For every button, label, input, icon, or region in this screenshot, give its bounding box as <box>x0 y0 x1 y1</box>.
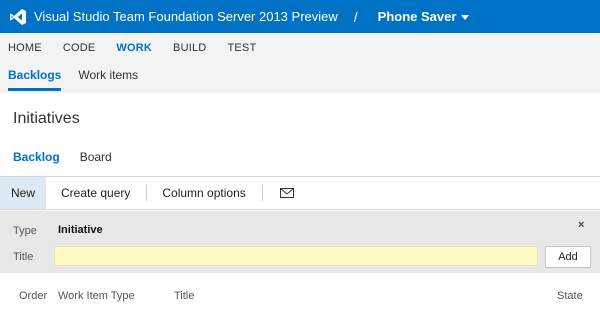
type-value: Initiative <box>58 224 103 236</box>
grid-header: Order Work Item Type Title State <box>0 290 600 306</box>
subnav-backlogs[interactable]: Backlogs <box>8 68 62 91</box>
breadcrumb-separator: / <box>353 8 358 25</box>
hub-home[interactable]: HOME <box>8 42 42 54</box>
product-name[interactable]: Visual Studio Team Foundation Server 201… <box>34 9 338 24</box>
toolbar: New Create query Column options <box>0 176 600 210</box>
toolbar-divider <box>146 185 148 201</box>
new-button[interactable]: New <box>0 177 46 209</box>
hub-bar: HOME CODE WORK BUILD TEST Backlogs Work … <box>0 33 600 93</box>
view-tabs: Backlog Board <box>13 150 132 164</box>
page-title: Initiatives <box>13 110 80 127</box>
create-query-button[interactable]: Create query <box>61 177 130 209</box>
new-item-form: Type Initiative × Title Add <box>0 211 600 273</box>
tab-backlog[interactable]: Backlog <box>13 150 60 164</box>
mail-icon[interactable] <box>279 188 294 198</box>
tab-board[interactable]: Board <box>80 150 112 164</box>
top-bar: Visual Studio Team Foundation Server 201… <box>0 0 600 33</box>
hub-test[interactable]: TEST <box>227 42 256 54</box>
hub-code[interactable]: CODE <box>63 42 96 54</box>
close-icon[interactable]: × <box>578 219 584 231</box>
sub-nav: Backlogs Work items <box>8 68 155 91</box>
title-input[interactable] <box>54 246 538 266</box>
hub-nav: HOME CODE WORK BUILD TEST <box>8 42 277 54</box>
project-name: Phone Saver <box>377 9 457 24</box>
add-button[interactable]: Add <box>545 246 591 268</box>
column-header-title[interactable]: Title <box>174 290 194 302</box>
column-options-button[interactable]: Column options <box>162 177 245 209</box>
project-selector[interactable]: Phone Saver <box>378 9 470 24</box>
toolbar-divider <box>261 185 263 201</box>
subnav-work-items[interactable]: Work items <box>78 68 138 91</box>
column-header-work-item-type[interactable]: Work Item Type <box>58 290 135 302</box>
column-header-state[interactable]: State <box>557 290 583 302</box>
type-label: Type <box>13 225 37 237</box>
column-header-order[interactable]: Order <box>19 290 47 302</box>
visual-studio-logo-icon[interactable] <box>9 8 27 26</box>
hub-work[interactable]: WORK <box>116 42 152 54</box>
caret-down-icon <box>461 15 470 21</box>
hub-build[interactable]: BUILD <box>173 42 206 54</box>
title-label: Title <box>13 251 34 263</box>
